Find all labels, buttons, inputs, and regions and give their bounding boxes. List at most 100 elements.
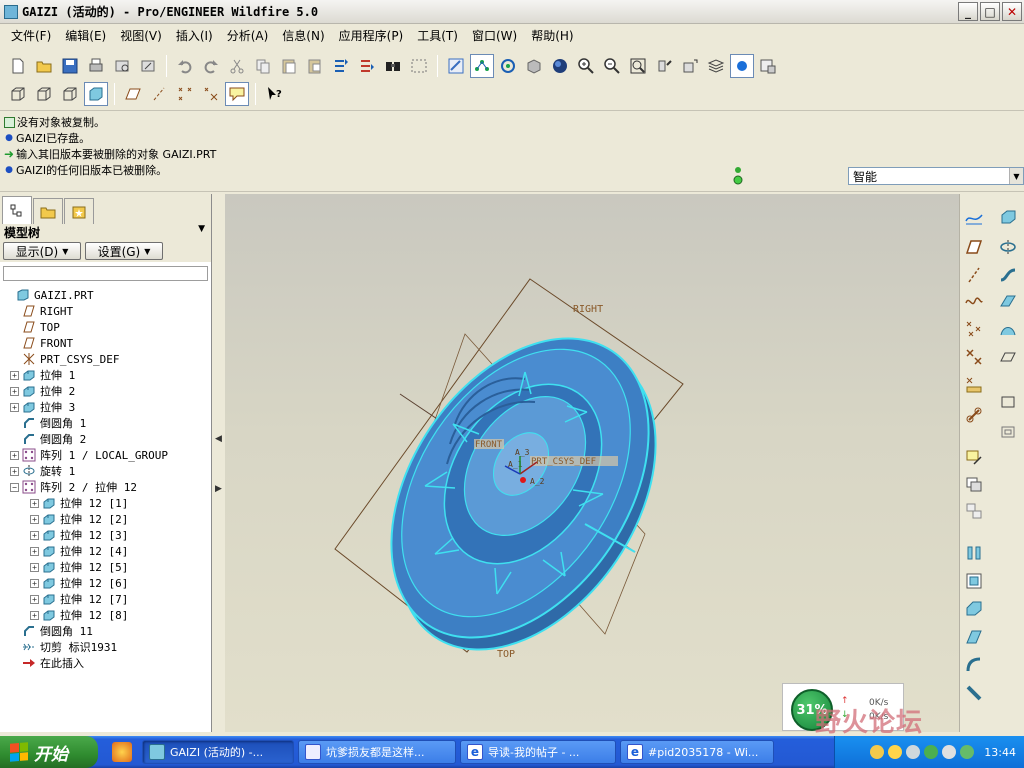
- refit-icon[interactable]: [626, 54, 650, 78]
- axis-a2-label[interactable]: A_2: [530, 477, 545, 486]
- tree-item[interactable]: FRONT: [0, 335, 211, 351]
- blend-tool-icon[interactable]: [996, 290, 1020, 312]
- selection-filter-dropdown[interactable]: 智能 ▼: [848, 167, 1024, 185]
- expand-icon[interactable]: +: [30, 562, 39, 572]
- antivirus-icon[interactable]: [924, 745, 939, 759]
- no-hidden-icon[interactable]: [58, 82, 82, 106]
- menu-window[interactable]: 窗口(W): [465, 27, 524, 44]
- tree-item[interactable]: + 拉伸 1: [0, 367, 211, 383]
- csys-tool-icon[interactable]: [962, 346, 986, 368]
- axis-a3-label[interactable]: A_3: [515, 448, 530, 457]
- copy-feature-icon[interactable]: [962, 474, 986, 496]
- view-manager-icon[interactable]: [522, 54, 546, 78]
- edge-round-icon[interactable]: [962, 654, 986, 676]
- expand-icon[interactable]: +: [30, 514, 39, 524]
- menu-analysis[interactable]: 分析(A): [220, 27, 276, 44]
- cut-icon[interactable]: [225, 54, 249, 78]
- variable-section-sweep-icon[interactable]: [996, 346, 1020, 368]
- annotations-toggle-icon[interactable]: [225, 82, 249, 106]
- minimize-button[interactable]: _: [958, 2, 978, 21]
- tree-item[interactable]: + 拉伸 2: [0, 383, 211, 399]
- zoom-out-icon[interactable]: [600, 54, 624, 78]
- draft-tool-icon[interactable]: [962, 542, 986, 564]
- right-plane-label[interactable]: RIGHT: [573, 304, 603, 315]
- cosmetic-thread-icon[interactable]: [962, 682, 986, 704]
- regenerate-icon[interactable]: [329, 54, 353, 78]
- panel-splitter[interactable]: ◀ ▶: [212, 194, 225, 732]
- csys-label[interactable]: PRT_CSYS_DEF: [531, 457, 596, 467]
- expand-icon[interactable]: +: [30, 498, 39, 508]
- tree-item[interactable]: + 拉伸 12 [2]: [0, 511, 211, 527]
- tree-item[interactable]: + 拉伸 12 [8]: [0, 607, 211, 623]
- analysis-feature-icon[interactable]: [962, 374, 986, 396]
- clock[interactable]: 13:44: [984, 746, 1016, 759]
- datum-curve-tool-icon[interactable]: [962, 290, 986, 312]
- expand-icon[interactable]: +: [10, 450, 19, 460]
- open-folder-icon[interactable]: [32, 54, 56, 78]
- redo-icon[interactable]: [199, 54, 223, 78]
- start-button[interactable]: 开始: [0, 736, 98, 768]
- spin-center-icon[interactable]: [470, 54, 494, 78]
- menu-insert[interactable]: 插入(I): [169, 27, 220, 44]
- taskbar-item-proe[interactable]: GAIZI (活动的) -...: [142, 740, 294, 764]
- datum-axes-toggle-icon[interactable]: [147, 82, 171, 106]
- new-file-icon[interactable]: [6, 54, 30, 78]
- orient-mode-icon[interactable]: [496, 54, 520, 78]
- tree-item[interactable]: + 拉伸 12 [6]: [0, 575, 211, 591]
- tree-item[interactable]: GAIZI.PRT: [0, 287, 211, 303]
- expand-icon[interactable]: +: [10, 466, 19, 476]
- menu-view[interactable]: 视图(V): [113, 27, 169, 44]
- regeneration-manager-icon[interactable]: [355, 54, 379, 78]
- tree-item[interactable]: 倒圆角 2: [0, 431, 211, 447]
- sweep-tool-icon[interactable]: [996, 264, 1020, 286]
- expand-icon[interactable]: +: [10, 402, 19, 412]
- tree-item[interactable]: + 拉伸 12 [1]: [0, 495, 211, 511]
- datum-point-tool-icon[interactable]: [962, 318, 986, 340]
- save-icon[interactable]: [58, 54, 82, 78]
- send-mail-icon[interactable]: [110, 54, 134, 78]
- chain-link-icon[interactable]: [962, 404, 986, 426]
- context-help-icon[interactable]: ?: [262, 82, 286, 106]
- expand-icon[interactable]: +: [10, 386, 19, 396]
- datum-plane-tool-icon[interactable]: [962, 236, 986, 258]
- round-tool-icon[interactable]: [962, 598, 986, 620]
- part-model[interactable]: RIGHT TOP FRONT PRT_CSYS_DEF A_3 A_1 A_2: [225, 194, 959, 732]
- zoom-in-icon[interactable]: [574, 54, 598, 78]
- model-display-icon[interactable]: [756, 54, 780, 78]
- tree-item[interactable]: RIGHT: [0, 303, 211, 319]
- security-shield-icon[interactable]: [870, 745, 885, 759]
- appearance-icon[interactable]: [548, 54, 572, 78]
- menu-applications[interactable]: 应用程序(P): [332, 27, 411, 44]
- revolve-tool-icon[interactable]: [996, 236, 1020, 258]
- find-icon[interactable]: [381, 54, 405, 78]
- hole-tool-icon[interactable]: [996, 390, 1020, 412]
- volume-icon[interactable]: [942, 745, 957, 759]
- expand-icon[interactable]: +: [30, 578, 39, 588]
- network-icon[interactable]: [906, 745, 921, 759]
- tab-model-tree[interactable]: [2, 196, 32, 224]
- tree-item[interactable]: − 阵列 2 / 拉伸 12: [0, 479, 211, 495]
- tree-item[interactable]: + 旋转 1: [0, 463, 211, 479]
- tree-item[interactable]: 倒圆角 1: [0, 415, 211, 431]
- tree-item[interactable]: + 拉伸 12 [4]: [0, 543, 211, 559]
- front-plane-label[interactable]: FRONT: [475, 440, 503, 450]
- close-button[interactable]: ✕: [1002, 2, 1022, 21]
- boundary-blend-icon[interactable]: [996, 318, 1020, 340]
- tree-item[interactable]: 切剪 标识1931: [0, 639, 211, 655]
- collapse-icon[interactable]: −: [10, 482, 19, 492]
- datum-axis-tool-icon[interactable]: [962, 264, 986, 286]
- tab-favorites[interactable]: [64, 198, 94, 224]
- redraw-icon[interactable]: [444, 54, 468, 78]
- copy-icon[interactable]: [251, 54, 275, 78]
- menu-info[interactable]: 信息(N): [275, 27, 331, 44]
- taskbar-item-browser-3[interactable]: e #pid2035178 - Wi...: [620, 740, 774, 764]
- saved-views-icon[interactable]: [678, 54, 702, 78]
- tree-item[interactable]: 倒圆角 11: [0, 623, 211, 639]
- expand-icon[interactable]: +: [30, 594, 39, 604]
- mirror-feature-icon[interactable]: [962, 500, 986, 522]
- taskbar-item-browser-1[interactable]: 坑爹损友都是这样...: [298, 740, 456, 764]
- tree-item[interactable]: 在此插入: [0, 655, 211, 671]
- datum-points-toggle-icon[interactable]: [173, 82, 197, 106]
- hidden-line-icon[interactable]: [32, 82, 56, 106]
- rib-tool-icon[interactable]: [962, 570, 986, 592]
